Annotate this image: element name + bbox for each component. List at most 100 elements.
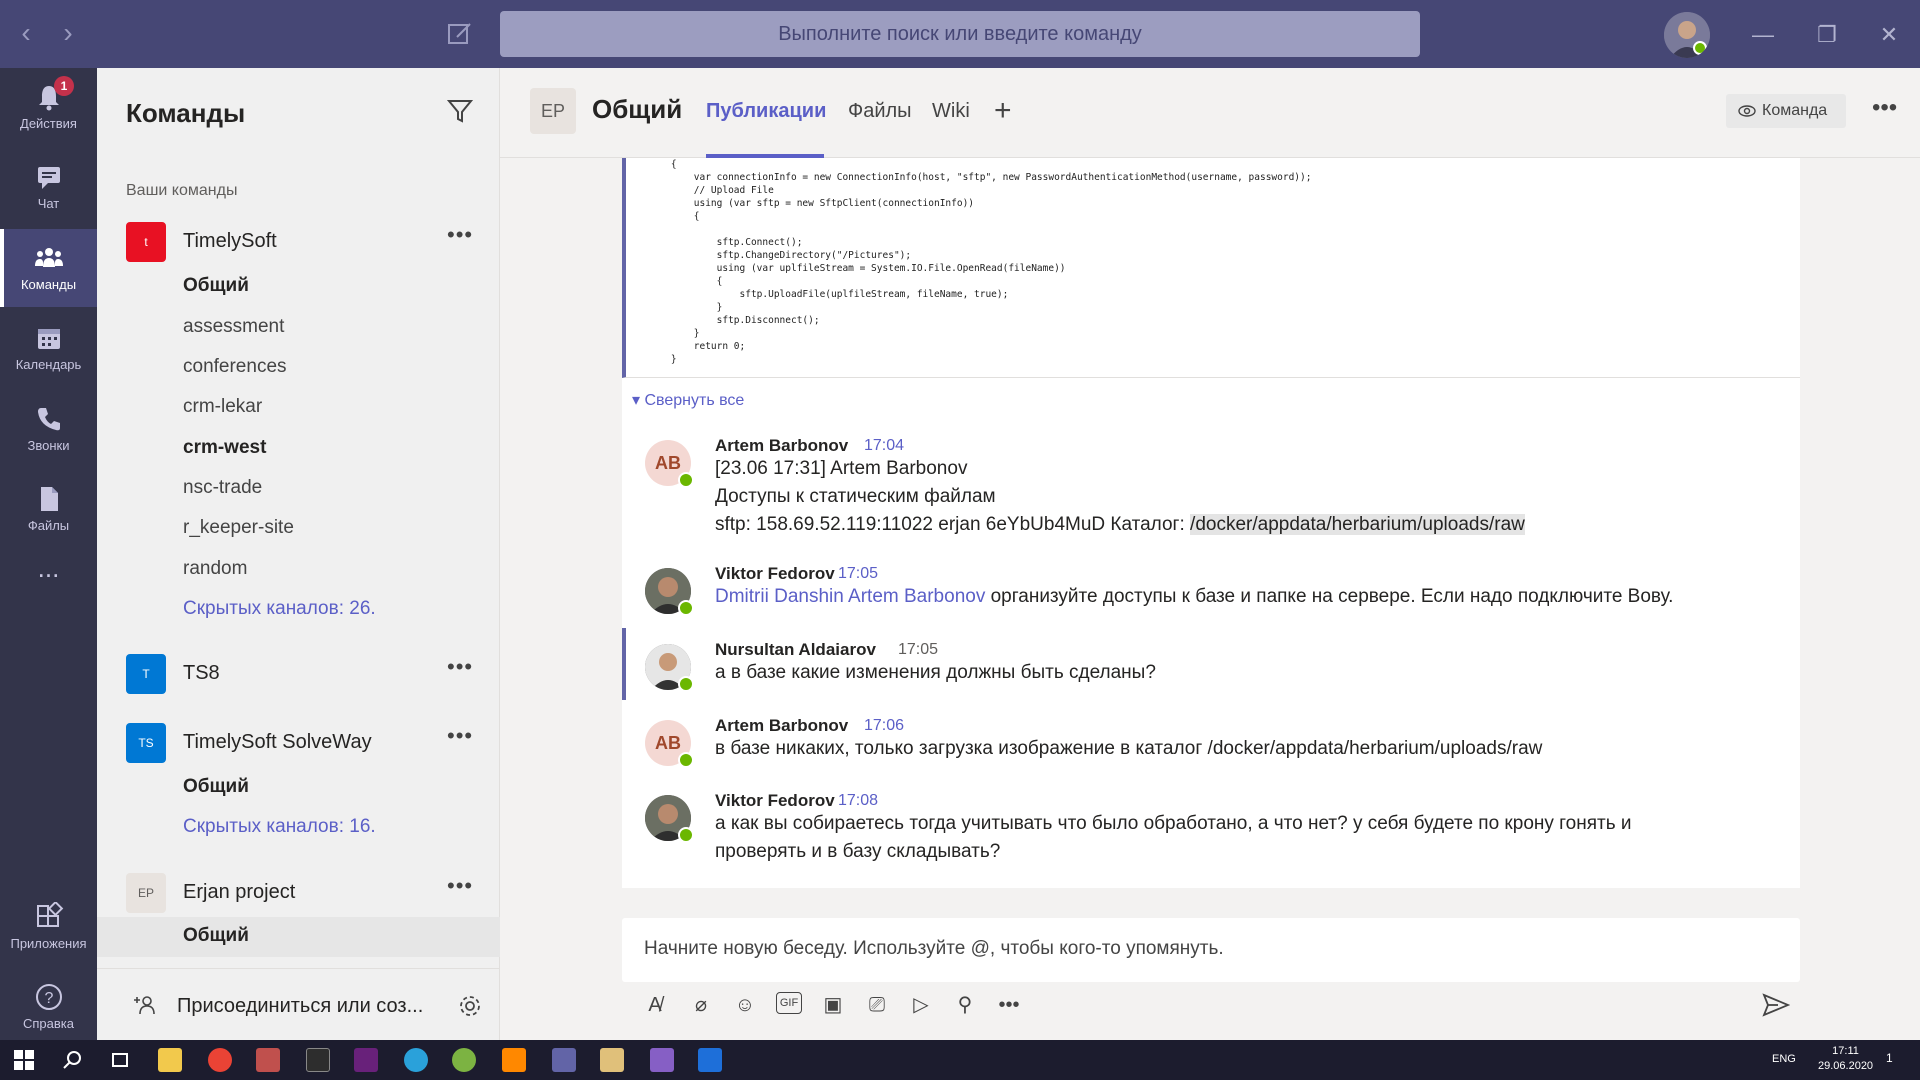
teams-taskbar-icon[interactable] bbox=[552, 1048, 576, 1072]
channel-item[interactable]: Общий bbox=[183, 776, 249, 798]
team-ts8[interactable]: T TS8 ••• bbox=[97, 648, 500, 696]
message-line: а в базе какие изменения должны быть сде… bbox=[715, 662, 1156, 683]
channel-item[interactable]: crm-lekar bbox=[183, 396, 262, 418]
more-options-icon[interactable]: ••• bbox=[447, 723, 473, 749]
add-tab-icon[interactable]: + bbox=[994, 94, 1012, 128]
team-logo: T bbox=[126, 654, 166, 694]
meet-now-icon[interactable]: ⎚ bbox=[864, 992, 890, 1018]
app-icon[interactable] bbox=[256, 1048, 280, 1072]
compose-box[interactable]: Начните новую беседу. Используйте @, что… bbox=[622, 918, 1800, 982]
channel-item[interactable]: r_keeper-site bbox=[183, 517, 294, 539]
rail-more[interactable]: ... bbox=[0, 555, 97, 636]
collapse-all-link[interactable]: ▾ Свернуть все bbox=[632, 390, 744, 410]
back-arrow-icon[interactable]: ‹ bbox=[16, 18, 36, 48]
editor-icon[interactable] bbox=[306, 1048, 330, 1072]
search-icon[interactable] bbox=[60, 1048, 84, 1072]
teams-icon bbox=[34, 248, 63, 267]
channel-item[interactable]: crm-west bbox=[183, 437, 266, 459]
powershell-icon[interactable] bbox=[698, 1048, 722, 1072]
vlc-icon[interactable] bbox=[502, 1048, 526, 1072]
message: Nursultan Aldaiarov 17:05 а в базе какие… bbox=[622, 628, 1800, 700]
hidden-channels-link[interactable]: Скрытых каналов: 26. bbox=[183, 598, 376, 620]
attach-icon[interactable]: ⌀ bbox=[688, 992, 714, 1018]
team-button[interactable]: Команда bbox=[1726, 94, 1846, 128]
channel-item[interactable]: random bbox=[183, 558, 247, 580]
format-icon[interactable]: A̸ bbox=[642, 992, 668, 1018]
gear-icon[interactable] bbox=[457, 993, 483, 1019]
calendar-icon bbox=[37, 329, 60, 349]
language-indicator[interactable]: ENG bbox=[1772, 1053, 1796, 1065]
filter-icon[interactable] bbox=[447, 98, 473, 124]
more-options-icon[interactable]: ••• bbox=[447, 654, 473, 680]
join-create-team[interactable]: Присоединиться или соз... bbox=[97, 968, 500, 1040]
rail-calls[interactable]: Звонки bbox=[0, 390, 97, 468]
more-options-icon[interactable]: ••• bbox=[447, 873, 473, 899]
rail-calendar[interactable]: Календарь bbox=[0, 309, 97, 387]
team-erjan-project[interactable]: EP Erjan project ••• bbox=[97, 867, 500, 915]
praise-icon[interactable]: ⚲ bbox=[952, 992, 978, 1018]
visual-studio-icon[interactable] bbox=[354, 1048, 378, 1072]
channel-item-selected[interactable]: Общий bbox=[183, 925, 249, 947]
search-input[interactable]: Выполните поиск или введите команду bbox=[500, 11, 1420, 57]
author-name[interactable]: Artem Barbonov bbox=[715, 436, 848, 456]
more-options-icon[interactable]: ••• bbox=[447, 222, 473, 248]
close-icon[interactable]: ✕ bbox=[1874, 20, 1904, 50]
rail-teams[interactable]: Команды bbox=[0, 229, 97, 307]
rail-files[interactable]: Файлы bbox=[0, 470, 97, 548]
send-icon[interactable] bbox=[1762, 992, 1790, 1018]
rail-label: Команды bbox=[20, 277, 77, 292]
author-name[interactable]: Artem Barbonov bbox=[715, 716, 848, 736]
file-explorer-icon[interactable] bbox=[158, 1048, 182, 1072]
channel-item[interactable]: Общий bbox=[183, 275, 249, 297]
minimize-icon[interactable]: — bbox=[1748, 20, 1778, 50]
clock[interactable]: 17:11 29.06.2020 bbox=[1818, 1044, 1873, 1074]
tab-posts[interactable]: Публикации bbox=[706, 100, 826, 123]
user-avatar[interactable] bbox=[1664, 12, 1710, 58]
code-line: } bbox=[648, 328, 700, 339]
hidden-channels-link[interactable]: Скрытых каналов: 16. bbox=[183, 816, 376, 838]
channel-item[interactable]: nsc-trade bbox=[183, 477, 262, 499]
forward-arrow-icon[interactable]: › bbox=[58, 18, 78, 48]
windows-taskbar: ENG 17:11 29.06.2020 1 bbox=[0, 1040, 1920, 1080]
app-icon[interactable] bbox=[600, 1048, 624, 1072]
app-icon[interactable] bbox=[452, 1048, 476, 1072]
author-name[interactable]: Viktor Fedorov bbox=[715, 791, 835, 811]
channel-item[interactable]: conferences bbox=[183, 356, 287, 378]
panel-title: Команды bbox=[126, 98, 246, 128]
maximize-icon[interactable]: ❐ bbox=[1812, 20, 1842, 50]
phone-icon bbox=[37, 408, 60, 431]
rail-activity[interactable]: 1 Действия bbox=[0, 68, 97, 146]
channel-item[interactable]: assessment bbox=[183, 316, 284, 338]
rail-chat[interactable]: Чат bbox=[0, 148, 97, 226]
emoji-icon[interactable]: ☺ bbox=[732, 992, 758, 1018]
vs-code-icon[interactable] bbox=[650, 1048, 674, 1072]
message-line: sftp: 158.69.52.119:11022 erjan 6eYbUb4M… bbox=[715, 514, 1525, 536]
status-online-icon bbox=[678, 752, 694, 768]
chrome-icon[interactable] bbox=[208, 1048, 232, 1072]
tab-files[interactable]: Файлы bbox=[848, 100, 912, 123]
windows-start-icon[interactable] bbox=[12, 1048, 36, 1072]
author-name[interactable]: Nursultan Aldaiarov bbox=[715, 640, 876, 660]
task-view-icon[interactable] bbox=[108, 1048, 132, 1072]
selected-channel-bg bbox=[97, 917, 500, 957]
notification-count[interactable]: 1 bbox=[1886, 1051, 1893, 1065]
telegram-icon[interactable] bbox=[404, 1048, 428, 1072]
team-timelysoft[interactable]: t TimelySoft ••• bbox=[97, 216, 500, 264]
more-options-icon[interactable]: ••• bbox=[996, 992, 1022, 1018]
tab-wiki[interactable]: Wiki bbox=[932, 100, 970, 123]
more-options-icon[interactable]: ••• bbox=[1872, 94, 1897, 122]
clock-date: 29.06.2020 bbox=[1818, 1060, 1874, 1072]
conversation-thread: { var connectionInfo = new ConnectionInf… bbox=[622, 158, 1800, 888]
team-timelysoft-solveway[interactable]: TS TimelySoft SolveWay ••• bbox=[97, 717, 500, 765]
rail-apps[interactable]: Приложения bbox=[0, 888, 97, 966]
compose-icon[interactable] bbox=[446, 20, 474, 48]
stream-icon[interactable]: ▷ bbox=[908, 992, 934, 1018]
gif-icon[interactable]: GIF bbox=[776, 992, 802, 1014]
sticker-icon[interactable]: ▣ bbox=[820, 992, 846, 1018]
section-label: Ваши команды bbox=[126, 182, 238, 199]
author-name[interactable]: Viktor Fedorov bbox=[715, 564, 835, 584]
mention[interactable]: Dmitrii Danshin Artem Barbonov bbox=[715, 586, 985, 607]
rail-help[interactable]: ? Справка bbox=[0, 968, 97, 1046]
collapse-all-label: Свернуть все bbox=[644, 392, 745, 409]
